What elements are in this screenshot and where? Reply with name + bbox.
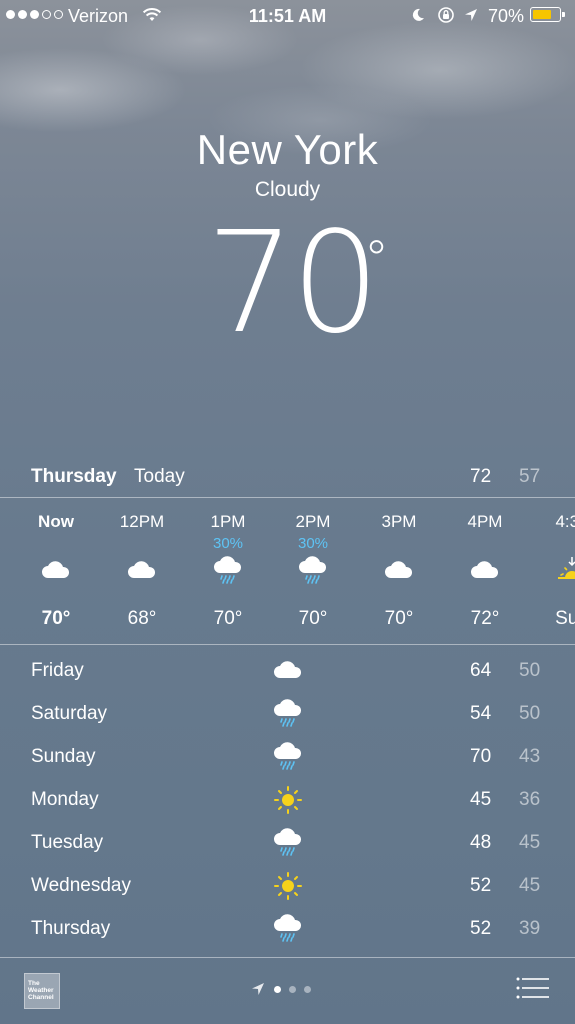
battery-percent: 70% [488,6,525,26]
weather-channel-logo[interactable]: The Weather Channel [24,973,60,1009]
rotation-lock-icon [438,7,454,23]
cloud-icon [272,656,304,686]
today-label: Today [134,466,185,487]
hour-temp: 68° [127,608,157,629]
sun-icon [272,871,304,901]
cloud-icon [40,556,72,584]
hour-label: 12PM [119,512,165,531]
day-low: 50 [519,703,541,724]
day-name: Wednesday [31,875,131,896]
sunset-icon [556,556,575,584]
hour-temp: Sun [555,608,575,629]
city-list-icon[interactable] [516,977,550,999]
day-high: 45 [470,789,492,810]
degree-symbol: ° [364,230,389,288]
day-low: 39 [519,918,541,939]
divider [0,644,575,645]
city-name: New York [196,126,379,173]
day-low: 50 [519,660,541,681]
day-high: 54 [470,703,492,724]
page-dot[interactable] [289,985,296,993]
hourly-forecast[interactable]: Now 70° 12PM 68° 1PM 30% 70° 2PM 30% 70° 3PM 70° 4PM… [0,498,575,644]
weather-condition: Cloudy [254,178,321,201]
daily-row: Monday 45 36 [0,779,575,822]
day-high: 48 [470,832,492,853]
today-summary: Thursday Today 72 57 [0,460,575,496]
hour-label: 4PM [467,512,503,531]
today-high: 72 [470,466,492,487]
cloud-icon [383,556,415,584]
hour-temp: 72° [470,608,500,629]
current-temperature: 70 [206,202,380,365]
cloud-icon [126,556,158,584]
page-dot[interactable] [274,985,281,993]
hour-label: 4:33 [555,512,575,531]
today-low: 57 [519,466,541,487]
rain-icon [272,828,304,858]
logo-text: The Weather Channel [28,980,54,1001]
day-high: 64 [470,660,492,681]
daily-row: Saturday 54 50 [0,693,575,736]
do-not-disturb-icon [412,8,424,21]
daily-row: Friday 64 50 [0,650,575,693]
hour-label: Now [38,512,74,531]
today-day: Thursday [31,466,117,487]
hour-temp: 70° [213,608,243,629]
day-low: 45 [519,832,541,853]
daily-row: Tuesday 48 45 [0,822,575,865]
day-low: 36 [519,789,541,810]
page-dot[interactable] [304,985,311,993]
day-name: Friday [31,660,84,681]
day-low: 43 [519,746,541,767]
bottom-toolbar: The Weather Channel [0,957,575,1024]
location-arrow-icon [465,9,477,21]
daily-row: Sunday 70 43 [0,736,575,779]
hour-temp: 70° [384,608,414,629]
hour-temp: 70° [298,608,328,629]
day-high: 70 [470,746,492,767]
cloud-icon [469,556,501,584]
rain-icon [212,556,244,584]
day-high: 52 [470,875,492,896]
battery-icon [530,7,565,22]
hour-label: 1PM [210,512,246,531]
day-name: Tuesday [31,832,104,853]
status-bar: Verizon 11:51 AM 70% [0,0,575,32]
day-name: Sunday [31,746,96,767]
hour-temp: 70° [41,608,71,629]
battery-fill [532,9,551,19]
rain-icon [272,742,304,772]
rain-icon [297,556,329,584]
precip-chance: 30% [297,535,329,552]
daily-row: Wednesday 52 45 [0,865,575,908]
day-name: Thursday [31,918,111,939]
sun-icon [272,785,304,815]
day-name: Monday [31,789,99,810]
location-arrow-icon [252,983,264,995]
day-name: Saturday [31,703,108,724]
precip-chance: 30% [212,535,244,552]
daily-row: Thursday 52 39 [0,908,575,951]
hour-label: 3PM [381,512,417,531]
rain-icon [272,699,304,729]
day-low: 45 [519,875,541,896]
hour-label: 2PM [295,512,331,531]
rain-icon [272,914,304,944]
day-high: 52 [470,918,492,939]
page-indicator[interactable] [250,981,311,997]
